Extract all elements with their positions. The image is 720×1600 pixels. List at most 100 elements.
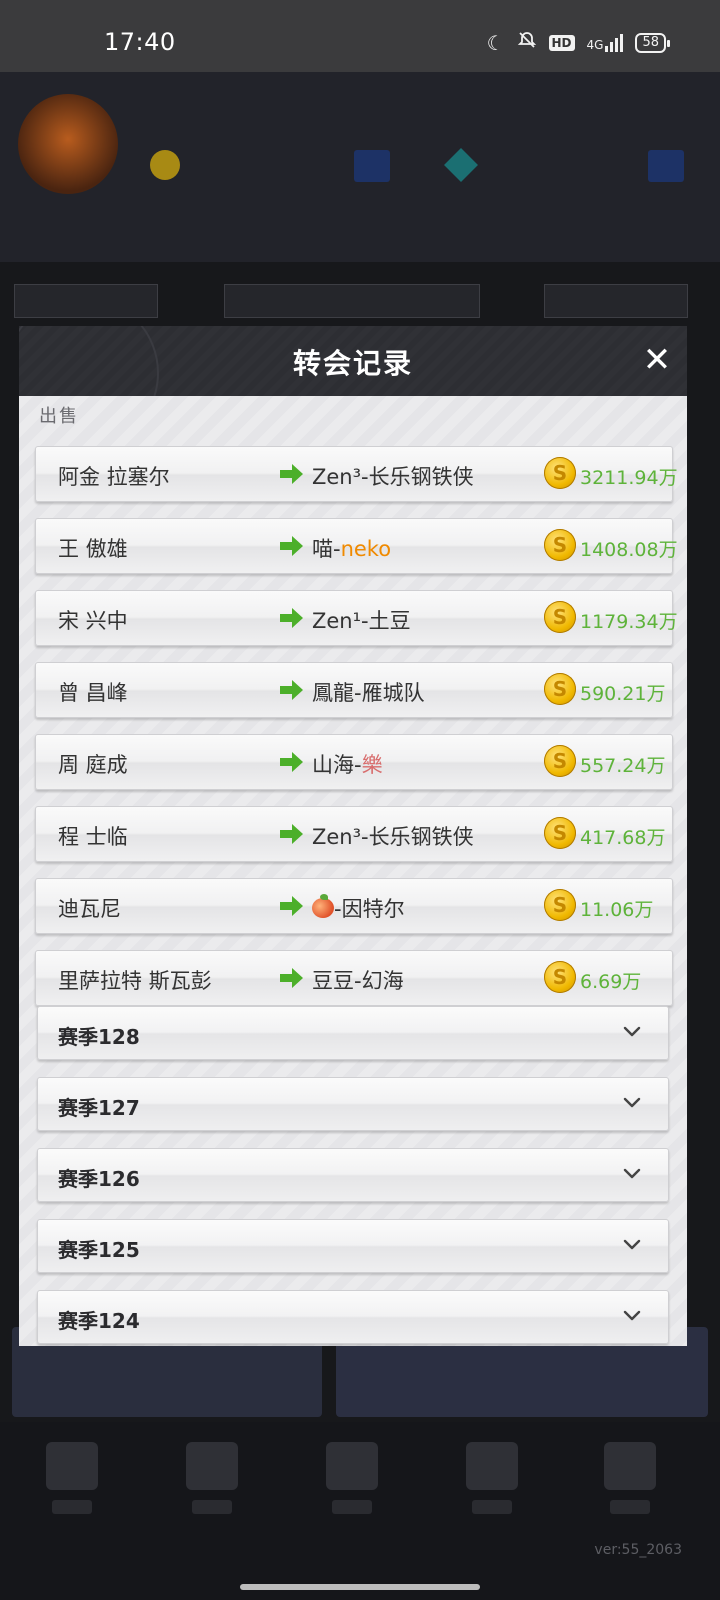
season-toggle[interactable]: 赛季127 xyxy=(37,1077,669,1131)
coin-icon: S xyxy=(544,889,576,921)
bell-off-icon xyxy=(517,30,537,55)
arrow-right-icon xyxy=(280,464,303,484)
arrow-right-icon xyxy=(280,896,303,916)
destination-team: Zen³-长乐钢铁侠 xyxy=(312,825,474,849)
background-bar xyxy=(224,284,480,318)
status-time: 17:40 xyxy=(104,28,176,56)
coin-icon: S xyxy=(544,817,576,849)
transfer-fee: 590.21万 xyxy=(580,683,666,705)
coin-icon xyxy=(150,150,180,180)
signal-icon: 4G xyxy=(586,33,624,52)
transfer-row: 里萨拉特 斯瓦彭 豆豆-幻海 S 6.69万 xyxy=(35,950,673,1006)
add-coin-button xyxy=(354,150,390,182)
transfer-record-dialog: 转会记录 ✕ 出售 阿金 拉塞尔 Zen³-长乐钢铁侠 S 3211.94万 王… xyxy=(19,326,687,1346)
season-toggle[interactable]: 赛季128 xyxy=(37,1006,669,1060)
destination-team: 豆豆-幻海 xyxy=(312,969,404,993)
add-gem-button xyxy=(648,150,684,182)
season-label: 赛季126 xyxy=(58,1167,140,1191)
transfer-row: 阿金 拉塞尔 Zen³-长乐钢铁侠 S 3211.94万 xyxy=(35,446,678,502)
transfer-row: 宋 兴中 Zen¹-土豆 S 1179.34万 xyxy=(35,590,678,646)
coin-icon: S xyxy=(544,745,576,777)
season-toggle[interactable]: 赛季126 xyxy=(37,1148,669,1202)
coin-icon: S xyxy=(544,673,576,705)
coin-icon: S xyxy=(544,961,576,993)
player-name: 宋 兴中 xyxy=(58,609,128,633)
nav-item xyxy=(600,1442,660,1522)
transfer-fee: 11.06万 xyxy=(580,899,654,921)
destination-team: Zen¹-土豆 xyxy=(312,609,411,633)
player-name: 周 庭成 xyxy=(58,753,128,777)
dialog-body[interactable]: 出售 阿金 拉塞尔 Zen³-长乐钢铁侠 S 3211.94万 王 傲雄 喵-n… xyxy=(19,396,687,1346)
status-bar: 17:40 ☾ HD 4G 58 xyxy=(0,0,720,72)
arrow-right-icon xyxy=(280,752,303,772)
destination-team: 喵-neko xyxy=(312,533,391,563)
chevron-down-icon xyxy=(623,1168,641,1179)
transfer-fee: 1179.34万 xyxy=(580,611,678,633)
bottom-nav xyxy=(0,1422,720,1600)
status-icons: ☾ HD 4G 58 xyxy=(486,30,670,55)
battery-icon: 58 xyxy=(635,32,670,53)
destination-team: -因特尔 xyxy=(312,893,405,923)
moon-icon: ☾ xyxy=(486,30,505,55)
team-prefix: 山海- xyxy=(312,753,362,777)
player-name: 曾 昌峰 xyxy=(58,681,128,705)
transfer-fee: 417.68万 xyxy=(580,827,666,849)
transfer-fee: 3211.94万 xyxy=(580,467,678,489)
team-prefix: 喵- xyxy=(312,537,341,561)
gem-icon xyxy=(444,148,478,182)
team-highlight: neko xyxy=(340,537,392,561)
background-bar xyxy=(544,284,688,318)
peach-icon xyxy=(312,894,334,918)
nav-item xyxy=(182,1442,242,1522)
version-label: ver:55_2063 xyxy=(594,1542,682,1558)
nav-item xyxy=(322,1442,382,1522)
transfer-fee: 1408.08万 xyxy=(580,539,678,561)
chevron-down-icon xyxy=(623,1239,641,1250)
background-bar xyxy=(14,284,158,318)
season-list: 赛季128 赛季127 赛季126 赛季125 赛季124 xyxy=(37,1006,669,1346)
player-name: 迪瓦尼 xyxy=(58,897,121,921)
season-label: 赛季124 xyxy=(58,1309,140,1333)
chevron-down-icon xyxy=(623,1310,641,1321)
destination-team: 山海-樂 xyxy=(312,749,383,779)
destination-team: Zen³-长乐钢铁侠 xyxy=(312,465,474,489)
background-header xyxy=(0,72,720,318)
coin-icon: S xyxy=(544,601,576,633)
dialog-header: 转会记录 ✕ xyxy=(19,326,687,450)
arrow-right-icon xyxy=(280,680,303,700)
season-label: 赛季125 xyxy=(58,1238,140,1262)
nav-item xyxy=(42,1442,102,1522)
season-label: 赛季128 xyxy=(58,1025,140,1049)
chevron-down-icon xyxy=(623,1097,641,1108)
nav-item xyxy=(462,1442,522,1522)
transfer-row: 程 士临 Zen³-长乐钢铁侠 S 417.68万 xyxy=(35,806,673,862)
player-name: 程 士临 xyxy=(58,825,128,849)
battery-level: 58 xyxy=(642,34,659,50)
arrow-right-icon xyxy=(280,968,303,988)
team-suffix: -因特尔 xyxy=(334,897,405,921)
arrow-right-icon xyxy=(280,824,303,844)
player-name: 阿金 拉塞尔 xyxy=(58,465,170,489)
hd-icon: HD xyxy=(548,34,575,51)
player-name: 王 傲雄 xyxy=(58,537,128,561)
transfer-row: 迪瓦尼 -因特尔 S 11.06万 xyxy=(35,878,673,934)
network-type: 4G xyxy=(586,37,604,52)
transfer-fee: 6.69万 xyxy=(580,971,642,993)
arrow-right-icon xyxy=(280,608,303,628)
home-indicator[interactable] xyxy=(240,1584,480,1590)
transfer-fee: 557.24万 xyxy=(580,755,666,777)
arrow-right-icon xyxy=(280,536,303,556)
season-toggle[interactable]: 赛季124 xyxy=(37,1290,669,1344)
dialog-title: 转会记录 xyxy=(292,347,413,380)
player-name: 里萨拉特 斯瓦彭 xyxy=(58,969,212,993)
destination-team: 鳳龍-雁城队 xyxy=(312,681,425,705)
coin-icon: S xyxy=(544,529,576,561)
section-label-sell: 出售 xyxy=(39,406,79,427)
transfer-row: 王 傲雄 喵-neko S 1408.08万 xyxy=(35,518,678,574)
coin-icon: S xyxy=(544,457,576,489)
chevron-down-icon xyxy=(623,1026,641,1037)
transfer-list: 阿金 拉塞尔 Zen³-长乐钢铁侠 S 3211.94万 王 傲雄 喵-neko… xyxy=(35,446,687,1022)
close-button[interactable]: ✕ xyxy=(635,338,679,382)
team-highlight: 樂 xyxy=(361,753,383,777)
season-toggle[interactable]: 赛季125 xyxy=(37,1219,669,1273)
